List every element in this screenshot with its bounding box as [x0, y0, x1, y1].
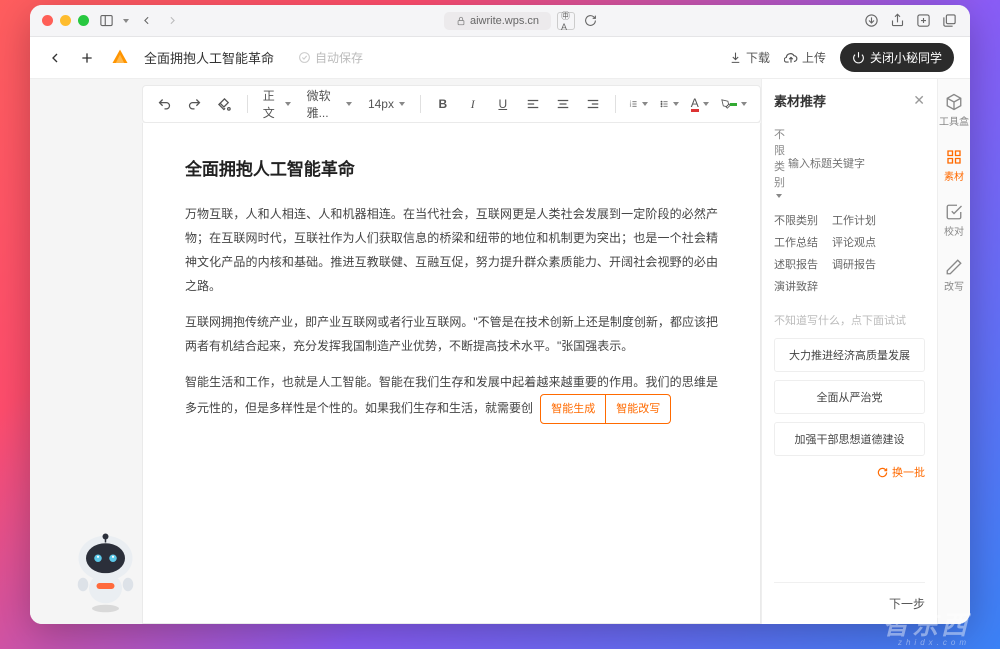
side-tabs: 工具盒 素材 校对 改写 — [937, 79, 970, 624]
panel-title: 素材推荐 — [774, 91, 826, 110]
redo-button[interactable] — [183, 92, 207, 116]
new-tab-icon[interactable] — [914, 12, 932, 30]
category-item[interactable]: 工作总结 — [774, 234, 818, 250]
tab-material[interactable]: 素材 — [938, 144, 970, 187]
format-painter-button[interactable] — [213, 92, 237, 116]
panel-close-button[interactable]: ✕ — [913, 92, 925, 109]
tab-toolbox[interactable]: 工具盒 — [938, 89, 970, 132]
category-item[interactable]: 演讲致辞 — [774, 278, 818, 294]
category-item[interactable]: 调研报告 — [832, 256, 876, 272]
tabs-icon[interactable] — [940, 12, 958, 30]
category-item[interactable]: 述职报告 — [774, 256, 818, 272]
download-browser-icon[interactable] — [862, 12, 880, 30]
refresh-icon — [877, 467, 888, 478]
download-icon — [729, 51, 742, 64]
category-list: 不限类别 工作计划 工作总结 评论观点 述职报告 调研报告 演讲致辞 — [774, 212, 925, 294]
doc-heading[interactable]: 全面拥抱人工智能革命 — [185, 155, 718, 180]
autosave-status: 自动保存 — [298, 49, 363, 66]
bold-button[interactable]: B — [431, 92, 455, 116]
maximize-window-button[interactable] — [78, 15, 89, 26]
undo-button[interactable] — [153, 92, 177, 116]
sidebar-toggle-icon[interactable] — [97, 12, 115, 30]
panel-hint: 不知道写什么，点下面试试 — [774, 312, 925, 328]
category-item[interactable]: 评论观点 — [832, 234, 876, 250]
ai-generate-button[interactable]: 智能生成 — [541, 395, 606, 423]
text-color-button[interactable]: A — [688, 92, 712, 116]
back-icon[interactable] — [46, 49, 64, 67]
close-window-button[interactable] — [42, 15, 53, 26]
cloud-upload-icon — [784, 51, 798, 65]
material-panel: 素材推荐 ✕ 不限类别 不限类别 工作计划 工作总结 评论观点 述职报告 调研报… — [761, 79, 937, 624]
url-text: aiwrite.wps.cn — [470, 15, 539, 27]
category-item[interactable]: 工作计划 — [832, 212, 876, 228]
share-icon[interactable] — [888, 12, 906, 30]
suggestion-card[interactable]: 全面从严治党 — [774, 380, 925, 414]
new-doc-icon[interactable] — [78, 49, 96, 67]
app-header: 全面拥抱人工智能革命 自动保存 下载 上传 关闭小秘同学 — [30, 37, 970, 79]
check-circle-icon — [298, 51, 311, 64]
address-bar[interactable]: aiwrite.wps.cn — [444, 12, 551, 30]
align-left-button[interactable] — [521, 92, 545, 116]
power-icon — [852, 51, 865, 64]
format-toolbar: 正文 微软雅... 14px B I U 123 A — [142, 85, 761, 123]
doc-paragraph[interactable]: 智能生活和工作，也就是人工智能。智能在我们生存和发展中起着越来越重要的作用。我们… — [185, 370, 718, 424]
check-icon — [945, 203, 963, 221]
italic-button[interactable]: I — [461, 92, 485, 116]
filter-keyword-input[interactable] — [788, 158, 930, 170]
nav-back-icon[interactable] — [137, 12, 155, 30]
lock-icon — [456, 16, 466, 26]
document-body[interactable]: 全面拥抱人工智能革命 万物互联，人和人相连、人和机器相连。在当代社会，互联网更是… — [142, 123, 761, 624]
doc-paragraph[interactable]: 万物互联，人和人相连、人和机器相连。在当代社会，互联网更是人类社会发展到一定阶段… — [185, 202, 718, 298]
category-item[interactable]: 不限类别 — [774, 212, 818, 228]
nav-forward-icon[interactable] — [163, 12, 181, 30]
translate-icon[interactable]: ㊥A — [557, 12, 575, 30]
refresh-suggestions-button[interactable]: 换一批 — [774, 464, 925, 480]
app-logo-icon — [110, 48, 130, 68]
reload-icon[interactable] — [581, 12, 599, 30]
panel-next-button[interactable]: 下一步 — [774, 582, 925, 612]
document-title[interactable]: 全面拥抱人工智能革命 — [144, 48, 274, 67]
font-size-select[interactable]: 14px — [363, 97, 410, 111]
highlight-color-button[interactable] — [718, 92, 750, 116]
panel-filter: 不限类别 — [774, 126, 925, 202]
minimize-window-button[interactable] — [60, 15, 71, 26]
browser-window: aiwrite.wps.cn ㊥A 全面拥抱人工智能革命 自动保存 下载 上传 — [30, 5, 970, 624]
align-center-button[interactable] — [551, 92, 575, 116]
left-gutter — [30, 79, 142, 624]
editor-area: 正文 微软雅... 14px B I U 123 A 全面拥抱人工智能革命 万物… — [142, 79, 761, 624]
unordered-list-button[interactable] — [657, 92, 682, 116]
underline-button[interactable]: U — [491, 92, 515, 116]
paragraph-style-select[interactable]: 正文 — [258, 87, 296, 121]
suggestion-card[interactable]: 加强干部思想道德建设 — [774, 422, 925, 456]
align-right-button[interactable] — [581, 92, 605, 116]
category-filter-select[interactable]: 不限类别 — [774, 126, 785, 202]
close-assistant-button[interactable]: 关闭小秘同学 — [840, 43, 954, 72]
font-family-select[interactable]: 微软雅... — [302, 87, 357, 121]
ai-rewrite-button[interactable]: 智能改写 — [606, 395, 670, 423]
tab-rewrite[interactable]: 改写 — [938, 254, 970, 297]
robot-assistant-icon[interactable] — [68, 532, 143, 615]
app-content: 正文 微软雅... 14px B I U 123 A 全面拥抱人工智能革命 万物… — [30, 79, 970, 624]
material-icon — [945, 148, 963, 166]
cube-icon — [945, 93, 963, 111]
doc-paragraph[interactable]: 互联网拥抱传统产业，即产业互联网或者行业互联网。"不管是在技术创新上还是制度创新… — [185, 310, 718, 358]
edit-icon — [945, 258, 963, 276]
titlebar: aiwrite.wps.cn ㊥A — [30, 5, 970, 37]
suggestion-card[interactable]: 大力推进经济高质量发展 — [774, 338, 925, 372]
tab-proofread[interactable]: 校对 — [938, 199, 970, 242]
traffic-lights — [42, 15, 89, 26]
ai-inline-actions: 智能生成 智能改写 — [540, 394, 671, 424]
upload-button[interactable]: 上传 — [784, 49, 826, 66]
download-button[interactable]: 下载 — [729, 49, 770, 66]
ordered-list-button[interactable]: 123 — [626, 92, 651, 116]
